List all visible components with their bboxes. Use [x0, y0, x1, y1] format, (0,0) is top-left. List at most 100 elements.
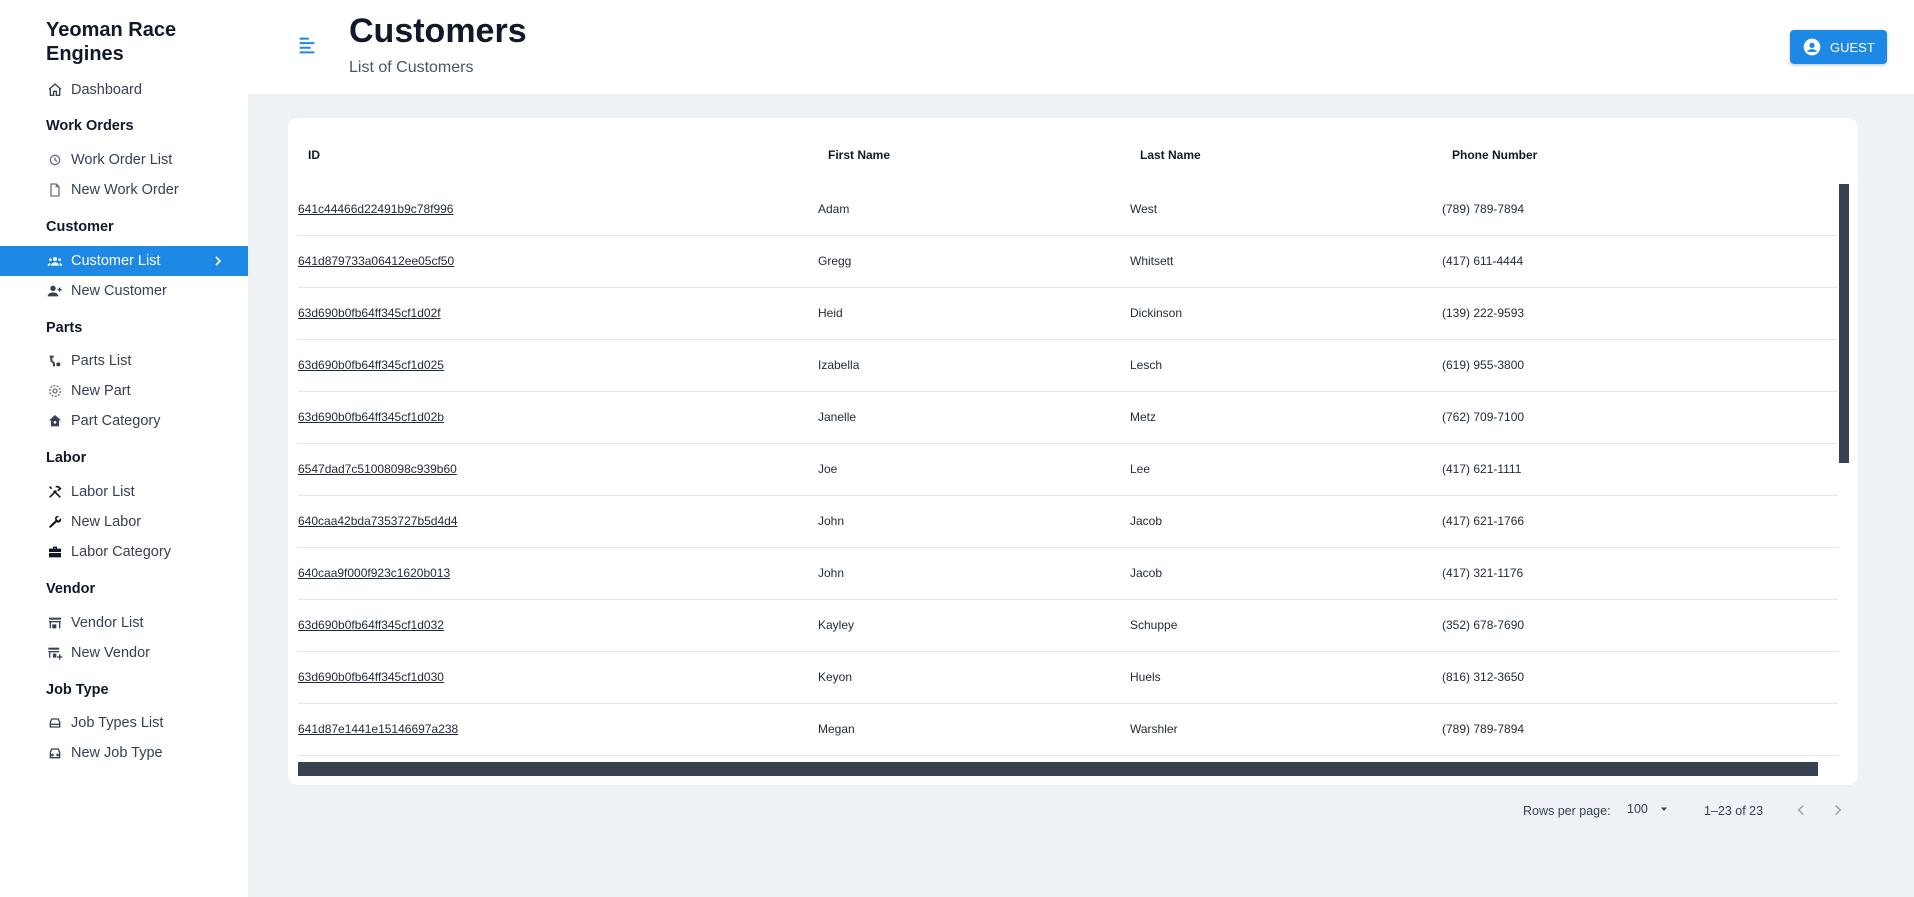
- wrench-icon: [46, 513, 64, 531]
- vertical-scrollbar[interactable]: [1839, 184, 1849, 463]
- sidebar-item-label: New Vendor: [71, 645, 150, 661]
- column-header-phone-number[interactable]: Phone Number: [1452, 148, 1537, 162]
- phone-number-cell: (789) 789-7894: [1442, 722, 1525, 736]
- sidebar-item-new-work-order[interactable]: New Work Order: [0, 175, 248, 205]
- table-row[interactable]: 63d690b0fb64ff345cf1d032 Kayley Schuppe (35…: [298, 600, 1838, 652]
- toolbox-icon: [46, 543, 64, 561]
- horizontal-scrollbar[interactable]: [298, 762, 1818, 776]
- sidebar-item-label: New Customer: [71, 283, 167, 299]
- groups-icon: [46, 252, 64, 270]
- first-name-cell: Gregg: [818, 254, 852, 268]
- settings-icon: [46, 382, 64, 400]
- store-icon: [46, 614, 64, 632]
- sidebar: Yeoman Race Engines Dashboard Work Order…: [0, 0, 248, 897]
- customer-id-link[interactable]: 63d690b0fb64ff345cf1d025: [298, 358, 444, 372]
- table-row[interactable]: 63d690b0fb64ff345cf1d030 Keyon Huels (816) …: [298, 652, 1838, 704]
- customer-id-link[interactable]: 641d87e1441e15146697a238: [298, 722, 458, 736]
- sidebar-item-new-part[interactable]: New Part: [0, 376, 248, 406]
- table-row[interactable]: 640caa9f000f923c1620b013 John Jacob (417) 3…: [298, 548, 1838, 600]
- phone-number-cell: (417) 621-1111: [1442, 462, 1522, 476]
- phone-number-cell: (762) 709-7100: [1442, 410, 1525, 424]
- sidebar-item-job-types-list[interactable]: Job Types List: [0, 708, 248, 738]
- sidebar-item-new-customer[interactable]: New Customer: [0, 276, 248, 306]
- sidebar-item-label: Parts List: [71, 353, 132, 369]
- first-name-cell: Heid: [818, 306, 843, 320]
- sidebar-item-labor-category[interactable]: Labor Category: [0, 537, 248, 567]
- last-name-cell: Warshler: [1130, 722, 1178, 736]
- table-row[interactable]: 63d690b0fb64ff345cf1d02f Heid Dickinson (13…: [298, 288, 1838, 340]
- sidebar-item-part-category[interactable]: Part Category: [0, 406, 248, 436]
- customer-id-link[interactable]: 6547dad7c51008098c939b60: [298, 462, 457, 476]
- customer-id-link[interactable]: 63d690b0fb64ff345cf1d032: [298, 618, 444, 632]
- sidebar-item-label: Dashboard: [71, 82, 142, 98]
- sidebar-item-label: Customer List: [71, 253, 161, 269]
- rows-per-page-select[interactable]: 100: [1627, 802, 1670, 816]
- phone-number-cell: (352) 678-7690: [1442, 618, 1525, 632]
- table-row[interactable]: 63d690b0fb64ff345cf1d025 Izabella Lesch (61…: [298, 340, 1838, 392]
- page-header: Customers List of Customers GUEST: [248, 0, 1914, 94]
- customer-id-link[interactable]: 63d690b0fb64ff345cf1d02f: [298, 306, 441, 320]
- first-name-cell: Joe: [818, 462, 838, 476]
- column-header-id[interactable]: ID: [308, 148, 320, 162]
- sidebar-item-label: Work Order List: [71, 152, 173, 168]
- car-icon: [46, 714, 64, 732]
- page-title: Customers: [349, 12, 527, 50]
- table-row[interactable]: 641d87e1441e15146697a238 Megan Warshler (78…: [298, 704, 1838, 756]
- table-row[interactable]: 63d690b0fb64ff345cf1d02b Janelle Metz (762)…: [298, 392, 1838, 444]
- sidebar-item-label: Labor Category: [71, 544, 171, 560]
- sidebar-section-labor: Labor: [46, 450, 87, 466]
- phone-number-cell: (619) 955-3800: [1442, 358, 1525, 372]
- last-name-cell: Jacob: [1130, 566, 1163, 580]
- table-row[interactable]: 641d879733a06412ee05cf50 Gregg Whitsett (41…: [298, 236, 1838, 288]
- sidebar-item-dashboard[interactable]: Dashboard: [0, 75, 248, 105]
- sidebar-item-new-vendor[interactable]: New Vendor: [0, 638, 248, 668]
- home-icon: [46, 81, 64, 99]
- previous-page-icon[interactable]: [1792, 801, 1810, 819]
- table-row[interactable]: 6547dad7c51008098c939b60 Joe Lee (417) 621-…: [298, 444, 1838, 496]
- first-name-cell: John: [818, 566, 845, 580]
- tools-icon: [46, 483, 64, 501]
- menu-toggle-icon[interactable]: [296, 34, 318, 56]
- sidebar-item-work-order-list[interactable]: Work Order List: [0, 145, 248, 175]
- sidebar-item-label: New Part: [71, 383, 131, 399]
- account-circle-icon: [1803, 38, 1821, 56]
- sidebar-section-vendor: Vendor: [46, 581, 96, 597]
- home-variant-icon: [46, 412, 64, 430]
- person-add-icon: [46, 282, 64, 300]
- customer-id-link[interactable]: 640caa42bda7353727b5d4d4: [298, 514, 458, 528]
- sidebar-item-label: Job Types List: [71, 715, 164, 731]
- pagination-range: 1–23 of 23: [1704, 804, 1764, 818]
- phone-number-cell: (417) 321-1176: [1442, 566, 1524, 580]
- sidebar-item-vendor-list[interactable]: Vendor List: [0, 608, 248, 638]
- chevron-right-icon: [215, 256, 222, 266]
- sidebar-section-parts: Parts: [46, 320, 83, 336]
- rows-per-page-value: 100: [1627, 802, 1648, 816]
- sidebar-item-label: New Job Type: [71, 745, 163, 761]
- sidebar-section-customer: Customer: [46, 219, 114, 235]
- last-name-cell: West: [1130, 202, 1158, 216]
- next-page-icon[interactable]: [1829, 801, 1847, 819]
- sidebar-item-new-job-type[interactable]: New Job Type: [0, 738, 248, 768]
- phone-number-cell: (417) 621-1766: [1442, 514, 1525, 528]
- caret-down-icon: [1660, 807, 1667, 811]
- sidebar-item-customer-list[interactable]: Customer List: [0, 246, 248, 276]
- guest-user-button[interactable]: GUEST: [1790, 30, 1887, 64]
- customer-id-link[interactable]: 63d690b0fb64ff345cf1d030: [298, 670, 444, 684]
- sidebar-item-new-labor[interactable]: New Labor: [0, 507, 248, 537]
- sidebar-item-labor-list[interactable]: Labor List: [0, 477, 248, 507]
- store-add-icon: [46, 644, 64, 662]
- customer-id-link[interactable]: 640caa9f000f923c1620b013: [298, 566, 450, 580]
- column-header-last-name[interactable]: Last Name: [1140, 148, 1201, 162]
- sidebar-item-parts-list[interactable]: Parts List: [0, 346, 248, 376]
- table-row[interactable]: 641c44466d22491b9c78f996 Adam West (789) 78…: [298, 184, 1838, 236]
- car-outline-icon: [46, 744, 64, 762]
- customer-id-link[interactable]: 641d879733a06412ee05cf50: [298, 254, 454, 268]
- table-row[interactable]: 640caa42bda7353727b5d4d4 John Jacob (417) 6…: [298, 496, 1838, 548]
- sidebar-section-work-orders: Work Orders: [46, 118, 134, 134]
- guest-button-label: GUEST: [1830, 39, 1875, 55]
- customer-id-link[interactable]: 641c44466d22491b9c78f996: [298, 202, 453, 216]
- phone-number-cell: (139) 222-9593: [1442, 306, 1525, 320]
- sidebar-item-label: Part Category: [71, 413, 161, 429]
- customer-id-link[interactable]: 63d690b0fb64ff345cf1d02b: [298, 410, 444, 424]
- column-header-first-name[interactable]: First Name: [828, 148, 890, 162]
